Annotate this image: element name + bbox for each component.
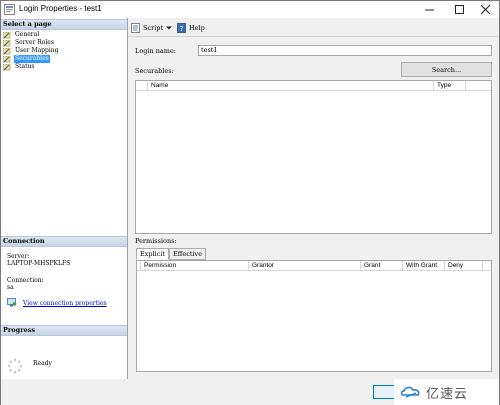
nav-item-securables[interactable]: Securables — [3, 55, 125, 63]
wrench-icon — [3, 55, 11, 62]
nav-label: Securables — [14, 55, 50, 63]
permissions-grid-header: Permission Grantor Grant With Grant Deny — [137, 261, 491, 271]
connection-properties-icon — [7, 298, 17, 307]
wrench-icon — [3, 31, 11, 38]
login-properties-window: Login Properties - test1 Select a page G… — [0, 0, 500, 405]
tab-effective[interactable]: Effective — [169, 248, 206, 260]
column-header-permission[interactable]: Permission — [141, 261, 249, 271]
watermark-text: 亿速云 — [426, 386, 469, 402]
select-page-header: Select a page — [1, 19, 127, 30]
help-label: Help — [189, 23, 205, 32]
securables-label: Securables: — [135, 67, 174, 75]
login-name-field[interactable]: test1 — [198, 45, 492, 56]
watermark: 亿速云 — [394, 379, 499, 405]
toolbar: Script ? Help — [128, 18, 499, 37]
login-name-label: Login name: — [135, 47, 176, 55]
column-header-with-grant[interactable]: With Grant — [403, 261, 445, 271]
permissions-label: Permissions: — [135, 237, 177, 245]
row-selector-header — [136, 81, 148, 91]
column-header-deny[interactable]: Deny — [445, 261, 483, 271]
connection-label: Connection: — [7, 277, 44, 284]
column-header-name[interactable]: Name — [148, 81, 434, 91]
tab-explicit[interactable]: Explicit — [136, 248, 169, 260]
script-dropdown-button[interactable] — [166, 22, 174, 33]
page-list: General Server Roles User Mapping Secura… — [3, 31, 125, 71]
title-bar: Login Properties - test1 — [1, 1, 499, 18]
column-header-grant[interactable]: Grant — [361, 261, 403, 271]
help-icon: ? — [177, 22, 186, 33]
nav-item-user-mapping[interactable]: User Mapping — [3, 47, 125, 55]
yisu-cloud-logo-icon — [400, 386, 420, 398]
minimize-icon — [424, 9, 434, 11]
maximize-icon — [454, 5, 464, 14]
wrench-icon — [3, 63, 11, 70]
right-pane: Script ? Help Login name: test1 Securabl… — [128, 18, 499, 379]
script-button[interactable]: Script — [131, 22, 163, 33]
nav-item-general[interactable]: General — [3, 31, 125, 39]
script-label: Script — [143, 23, 164, 32]
progress-header: Progress — [1, 325, 127, 336]
nav-label: General — [15, 31, 40, 38]
close-icon — [480, 5, 490, 14]
nav-item-status[interactable]: Status — [3, 63, 125, 71]
server-value: LAPTOP-MHSPKLFS — [7, 260, 71, 267]
securables-grid[interactable]: Name Type — [135, 80, 492, 234]
app-icon — [4, 4, 15, 15]
maximize-button[interactable] — [445, 1, 473, 18]
close-button[interactable] — [471, 1, 499, 18]
nav-label: Server Roles — [15, 39, 54, 46]
securables-grid-header: Name Type — [136, 81, 491, 91]
view-connection-properties-link[interactable]: View connection properties — [23, 300, 107, 307]
connection-header: Connection — [1, 236, 127, 247]
nav-label: Status — [15, 63, 35, 70]
permissions-grid[interactable]: Permission Grantor Grant With Grant Deny — [136, 260, 492, 372]
progress-status: Ready — [33, 360, 52, 367]
chevron-down-icon — [166, 26, 172, 29]
connection-value: sa — [7, 284, 14, 291]
nav-item-server-roles[interactable]: Server Roles — [3, 39, 125, 47]
wrench-icon — [3, 47, 11, 54]
column-header-type[interactable]: Type — [434, 81, 466, 91]
left-pane: Select a page General Server Roles User … — [1, 18, 128, 379]
server-label: Server: — [7, 253, 30, 260]
progress-spinner-icon — [7, 358, 23, 374]
help-button[interactable]: ? Help — [177, 22, 205, 33]
minimize-button[interactable] — [415, 1, 443, 18]
svg-text:?: ? — [180, 25, 184, 33]
window-title: Login Properties - test1 — [19, 4, 102, 13]
column-header-grantor[interactable]: Grantor — [249, 261, 361, 271]
nav-label: User Mapping — [15, 47, 59, 54]
search-button[interactable]: Search... — [401, 62, 492, 77]
script-icon — [131, 22, 140, 33]
wrench-icon — [3, 39, 11, 46]
